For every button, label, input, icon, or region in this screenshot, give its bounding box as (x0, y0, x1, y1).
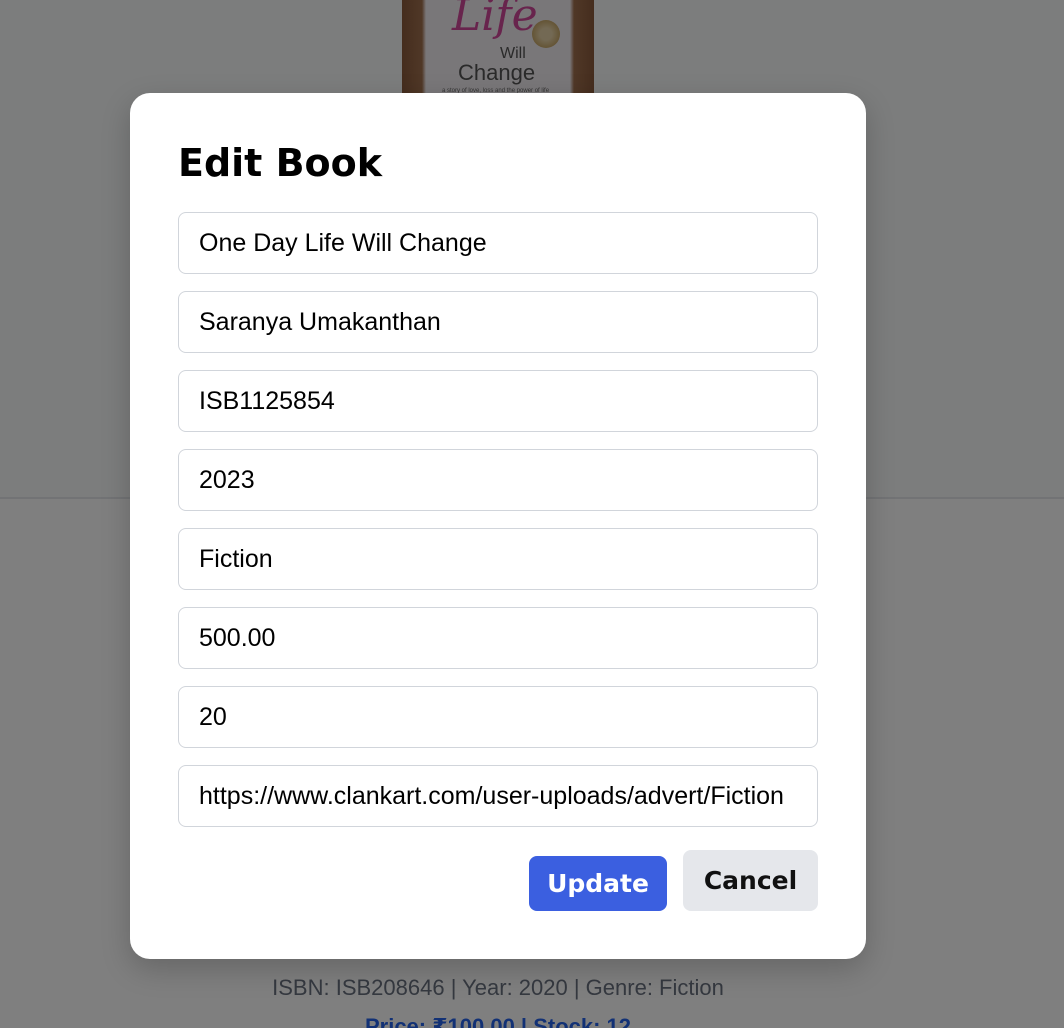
update-button[interactable]: Update (529, 856, 667, 911)
edit-book-modal: Edit Book Update Cancel (130, 93, 866, 959)
price-input[interactable] (178, 607, 818, 669)
page: Life Will Change a story of love, loss a… (0, 0, 1064, 1028)
image-url-input[interactable] (178, 765, 818, 827)
stock-input[interactable] (178, 686, 818, 748)
modal-title: Edit Book (178, 141, 383, 185)
isbn-input[interactable] (178, 370, 818, 432)
title-input[interactable] (178, 212, 818, 274)
author-input[interactable] (178, 291, 818, 353)
year-input[interactable] (178, 449, 818, 511)
cancel-button[interactable]: Cancel (683, 850, 818, 911)
genre-input[interactable] (178, 528, 818, 590)
